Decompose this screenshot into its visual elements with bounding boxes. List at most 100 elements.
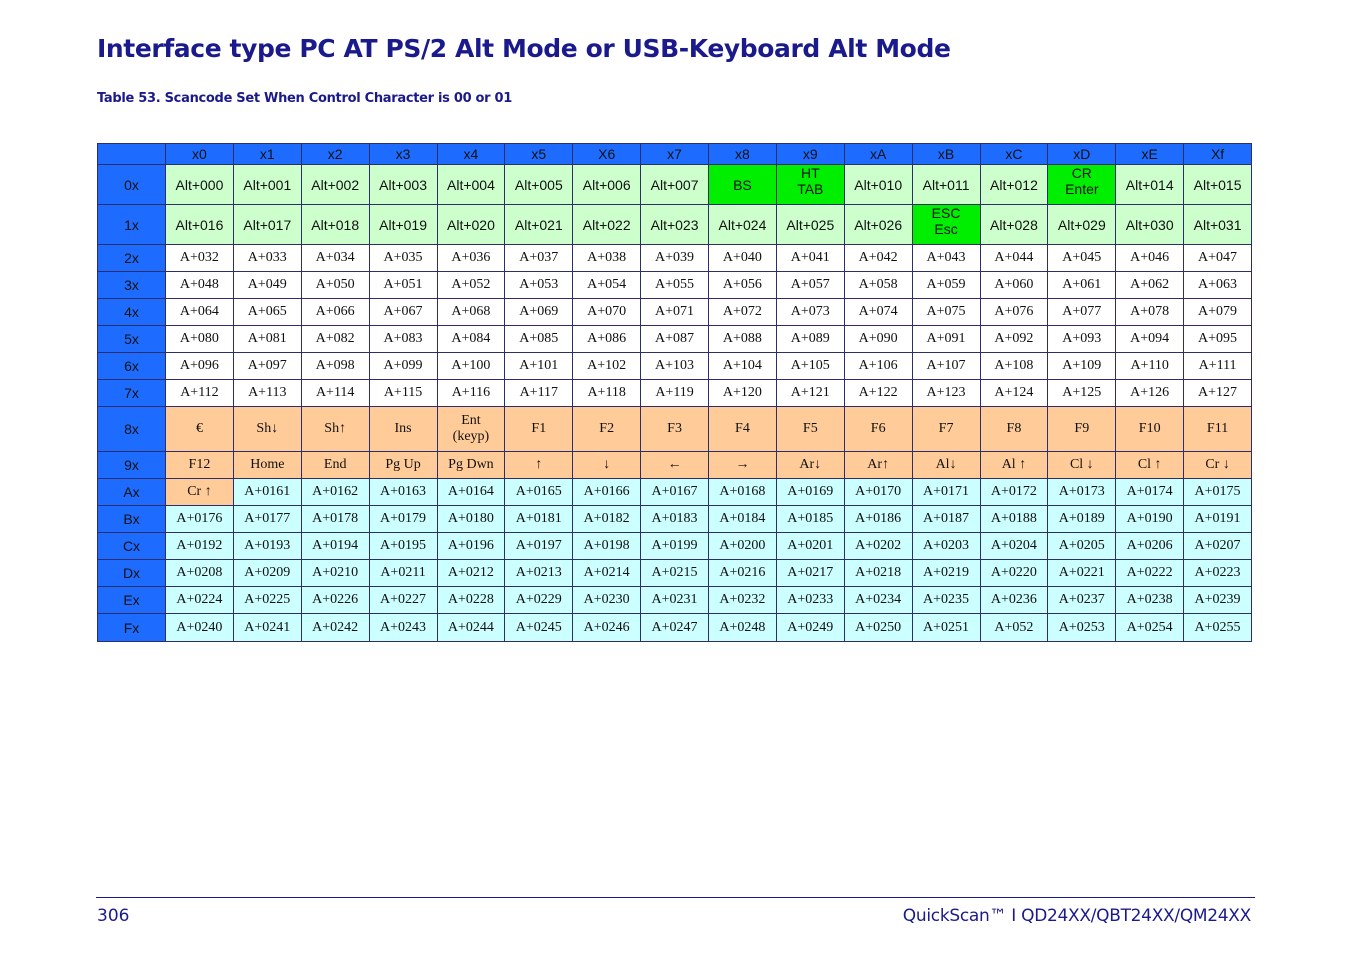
table-cell: A+0251 [911, 613, 981, 642]
table-cell: A+0207 [1183, 532, 1252, 560]
table-cell: A+077 [1047, 298, 1117, 326]
table-row: Fx A+0240 A+0241 A+0242 A+0243 A+0244 A+0245 A+… [97, 613, 1252, 642]
table-cell: A+0171 [911, 478, 981, 506]
cell-line-2: Esc [934, 221, 958, 237]
table-row: 5x A+080 A+081 A+082 A+083 A+084 A+085 A+086 A+0… [97, 325, 1252, 353]
table-cell: A+0244 [436, 613, 506, 642]
table-cell: A+115 [368, 379, 438, 407]
table-cell: A+0182 [572, 505, 642, 533]
table-cell: A+066 [300, 298, 370, 326]
table-cell: A+0190 [1115, 505, 1185, 533]
table-cell: A+0168 [708, 478, 777, 506]
table-cell: A+046 [1115, 244, 1185, 272]
table-cell: A+040 [708, 244, 777, 272]
table-cell: Alt+004 [436, 164, 506, 205]
cell-line-1: ESC [931, 205, 961, 222]
cell-line-1: Ent [461, 413, 481, 428]
table-cell: A+052 [979, 613, 1049, 642]
table-cell: Ar↑ [843, 451, 913, 479]
row-header: 2x [97, 244, 166, 272]
column-header: x3 [368, 143, 438, 165]
table-cell: A+0178 [300, 505, 370, 533]
table-cell: A+079 [1183, 298, 1252, 326]
table-cell: A+084 [436, 325, 506, 353]
table-cell: Alt+025 [775, 204, 845, 245]
table-cell: A+0249 [775, 613, 845, 642]
table-cell: A+0220 [979, 559, 1049, 587]
table-cell: A+0174 [1115, 478, 1185, 506]
table-row: Ax Cr ↑ A+0161 A+0162 A+0163 A+0164 A+0165 A+01… [97, 478, 1252, 506]
table-row: Ex A+0224 A+0225 A+0226 A+0227 A+0228 A+0229 A+… [97, 586, 1252, 614]
table-cell: € [165, 406, 234, 452]
table-cell: Alt+018 [300, 204, 370, 245]
table-cell: F2 [572, 406, 642, 452]
table-cell: Alt+019 [368, 204, 438, 245]
table-cell: A+0187 [911, 505, 981, 533]
table-cell: Alt+022 [572, 204, 642, 245]
table-cell: A+050 [300, 271, 370, 299]
table-cell: A+0179 [368, 505, 438, 533]
row-header: 6x [97, 352, 166, 380]
table-row: 7x A+112 A+113 A+114 A+115 A+116 A+117 A+118 A+1… [97, 379, 1252, 407]
table-cell: A+047 [1183, 244, 1252, 272]
table-cell: A+072 [708, 298, 777, 326]
table-cell: A+091 [911, 325, 981, 353]
table-cell: A+0163 [368, 478, 438, 506]
table-cell: A+093 [1047, 325, 1117, 353]
table-cell: A+074 [843, 298, 913, 326]
table-cell: A+073 [775, 298, 845, 326]
table-cell: A+0192 [165, 532, 234, 560]
table-cell: A+078 [1115, 298, 1185, 326]
table-cell: A+0230 [572, 586, 642, 614]
table-cell: Alt+026 [843, 204, 913, 245]
table-cell: A+123 [911, 379, 981, 407]
table-cell: A+107 [911, 352, 981, 380]
table-cell: Alt+014 [1115, 164, 1185, 205]
table-cell: A+0216 [708, 559, 777, 587]
table-cell: A+038 [572, 244, 642, 272]
table-cell: F10 [1115, 406, 1185, 452]
cell-line-2: TAB [797, 181, 824, 197]
table-row: Cx A+0192 A+0193 A+0194 A+0195 A+0196 A+0197 A+… [97, 532, 1252, 560]
table-cell: Al ↑ [979, 451, 1049, 479]
row-header: 9x [97, 451, 166, 479]
table-cell: A+105 [775, 352, 845, 380]
column-header: xC [979, 143, 1049, 165]
table-cell: A+0185 [775, 505, 845, 533]
table-cell: A+043 [911, 244, 981, 272]
table-cell: A+0177 [232, 505, 302, 533]
table-cell: A+048 [165, 271, 234, 299]
table-cell: F3 [640, 406, 709, 452]
table-cell: A+103 [640, 352, 709, 380]
table-cell: A+058 [843, 271, 913, 299]
table-cell: Alt+015 [1183, 164, 1252, 205]
column-header: xB [911, 143, 981, 165]
table-cell: Alt+000 [165, 164, 234, 205]
table-cell: A+0208 [165, 559, 234, 587]
table-corner-cell [97, 143, 166, 165]
table-cell: A+097 [232, 352, 302, 380]
table-cell: A+081 [232, 325, 302, 353]
table-cell: A+0191 [1183, 505, 1252, 533]
table-cell: A+0243 [368, 613, 438, 642]
table-cell: A+0242 [300, 613, 370, 642]
table-cell: F12 [165, 451, 234, 479]
table-cell: A+122 [843, 379, 913, 407]
table-row: 4x A+064 A+065 A+066 A+067 A+068 A+069 A+070 A+0… [97, 298, 1252, 326]
table-cell: A+069 [504, 298, 574, 326]
table-cell: A+083 [368, 325, 438, 353]
table-cell: A+109 [1047, 352, 1117, 380]
table-cell: A+124 [979, 379, 1049, 407]
table-cell: A+0201 [775, 532, 845, 560]
table-cell: A+082 [300, 325, 370, 353]
table-cell: A+0229 [504, 586, 574, 614]
table-cell: A+112 [165, 379, 234, 407]
table-row: 0x Alt+000 Alt+001 Alt+002 Alt+003 Alt+004 Alt… [97, 164, 1252, 205]
table-cell: A+090 [843, 325, 913, 353]
table-cell: HT TAB [775, 164, 845, 205]
table-cell: F1 [504, 406, 574, 452]
table-cell: A+0225 [232, 586, 302, 614]
table-cell: ESC Esc [911, 204, 981, 245]
table-cell: Cr ↑ [165, 478, 234, 506]
table-cell: A+0238 [1115, 586, 1185, 614]
